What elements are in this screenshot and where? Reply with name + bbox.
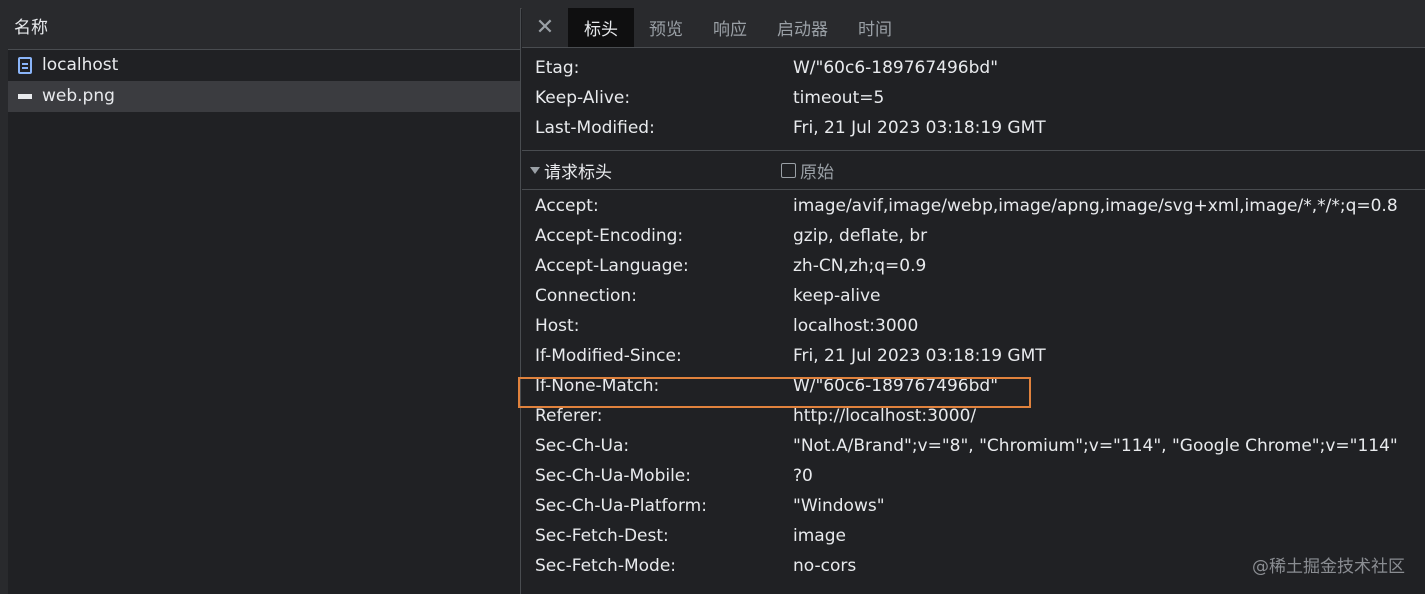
- header-value: localhost:3000: [793, 316, 919, 336]
- header-row: Sec-Ch-Ua-Mobile: ?0: [535, 461, 1425, 491]
- request-row-web-png[interactable]: web.png: [8, 81, 520, 112]
- header-name: If-Modified-Since:: [535, 346, 682, 366]
- header-name: Accept-Encoding:: [535, 226, 684, 246]
- section-toggle[interactable]: 请求标头: [522, 158, 781, 183]
- header-value: image: [793, 526, 846, 546]
- watermark: @稀土掘金技术社区: [1252, 557, 1405, 577]
- header-value: ?0: [793, 466, 813, 486]
- header-value: image/avif,image/webp,image/apng,image/s…: [793, 196, 1398, 216]
- header-value: Fri, 21 Jul 2023 03:18:19 GMT: [793, 118, 1046, 138]
- raw-label: 原始: [800, 162, 834, 183]
- header-value: keep-alive: [793, 286, 881, 306]
- tab-timing[interactable]: 时间: [843, 8, 907, 47]
- name-column-header[interactable]: 名称: [8, 8, 520, 50]
- header-row: Sec-Ch-Ua: "Not.A/Brand";v="8", "Chromium…: [535, 431, 1425, 461]
- header-row: Accept-Encoding: gzip, deflate, br: [535, 221, 1425, 251]
- header-value: "Not.A/Brand";v="8", "Chromium";v="114",…: [793, 436, 1398, 456]
- header-value: "Windows": [793, 496, 885, 516]
- request-name: localhost: [42, 55, 119, 75]
- header-name: Host:: [535, 316, 580, 336]
- header-name: Connection:: [535, 286, 637, 306]
- header-name: Accept-Language:: [535, 256, 689, 276]
- request-headers-section: Accept: image/avif,image/webp,image/apng,…: [522, 190, 1425, 581]
- image-icon: [18, 94, 32, 99]
- header-value: gzip, deflate, br: [793, 226, 928, 246]
- tab-initiator[interactable]: 启动器: [762, 8, 843, 47]
- request-row-localhost[interactable]: localhost: [8, 50, 520, 81]
- header-name: Keep-Alive:: [535, 88, 631, 108]
- header-value: Fri, 21 Jul 2023 03:18:19 GMT: [793, 346, 1046, 366]
- header-name: Etag:: [535, 58, 580, 78]
- header-value: timeout=5: [793, 88, 885, 108]
- header-row: Connection: keep-alive: [535, 281, 1425, 311]
- header-value: http://localhost:3000/: [793, 406, 977, 426]
- document-icon: [18, 57, 32, 74]
- request-name: web.png: [42, 86, 115, 106]
- header-name: Sec-Fetch-Mode:: [535, 556, 677, 576]
- header-name: Sec-Ch-Ua:: [535, 436, 630, 456]
- header-name: Referer:: [535, 406, 603, 426]
- header-row: If-Modified-Since: Fri, 21 Jul 2023 03:18…: [535, 341, 1425, 371]
- close-icon[interactable]: ✕: [522, 8, 568, 47]
- tab-headers[interactable]: 标头: [568, 8, 634, 47]
- header-name: Sec-Ch-Ua-Mobile:: [535, 466, 691, 486]
- tab-response[interactable]: 响应: [698, 8, 762, 47]
- header-row: Etag: W/"60c6-189767496bd": [535, 53, 1425, 83]
- header-row-if-none-match: If-None-Match: W/"60c6-189767496bd": [535, 371, 1425, 401]
- response-headers-section: Etag: W/"60c6-189767496bd" Keep-Alive: t…: [522, 48, 1425, 143]
- header-name: Sec-Fetch-Dest:: [535, 526, 669, 546]
- details-tabbar: ✕ 标头 预览 响应 启动器 时间: [522, 8, 1425, 48]
- header-value: W/"60c6-189767496bd": [793, 376, 999, 396]
- header-value: zh-CN,zh;q=0.9: [793, 256, 927, 276]
- request-list-pane: 名称 localhost web.png: [0, 8, 521, 594]
- header-row: Sec-Ch-Ua-Platform: "Windows": [535, 491, 1425, 521]
- header-row: Keep-Alive: timeout=5: [535, 83, 1425, 113]
- header-name: If-None-Match:: [535, 376, 660, 396]
- expand-triangle-icon: [530, 166, 540, 174]
- header-row: Accept: image/avif,image/webp,image/apng,…: [535, 191, 1425, 221]
- header-row: Referer: http://localhost:3000/: [535, 401, 1425, 431]
- header-row: Host: localhost:3000: [535, 311, 1425, 341]
- header-name: Last-Modified:: [535, 118, 655, 138]
- raw-checkbox[interactable]: [781, 162, 796, 178]
- header-row: Last-Modified: Fri, 21 Jul 2023 03:18:19…: [535, 113, 1425, 143]
- header-value: no-cors: [793, 556, 857, 576]
- header-row: Sec-Fetch-Dest: image: [535, 521, 1425, 551]
- raw-toggle[interactable]: 原始: [781, 158, 834, 183]
- tab-preview[interactable]: 预览: [634, 8, 698, 47]
- request-headers-section-header[interactable]: 请求标头 原始: [522, 150, 1425, 190]
- header-value: W/"60c6-189767496bd": [793, 58, 999, 78]
- section-title: 请求标头: [544, 162, 612, 183]
- header-name: Accept:: [535, 196, 599, 216]
- header-row: Accept-Language: zh-CN,zh;q=0.9: [535, 251, 1425, 281]
- header-name: Sec-Ch-Ua-Platform:: [535, 496, 707, 516]
- details-pane: ✕ 标头 预览 响应 启动器 时间 Etag: W/"60c6-18976749…: [522, 8, 1425, 594]
